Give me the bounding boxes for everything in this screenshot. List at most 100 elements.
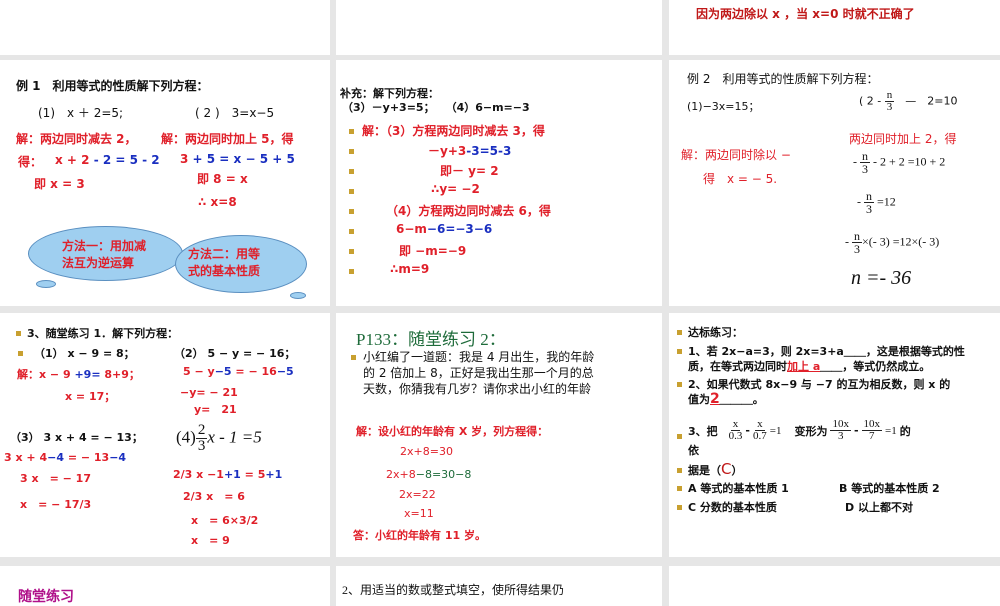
- question-2: ＿＿＿。: [719, 393, 764, 406]
- equation-part: +9=: [74, 368, 101, 381]
- fraction-num: 2: [195, 422, 208, 439]
- fraction-den: 3: [837, 430, 844, 442]
- equation-part: −6=−3−6: [426, 222, 493, 236]
- solution-text: 两边同时加上 2，得: [849, 132, 957, 146]
- slide-title: 随堂练习: [18, 589, 74, 605]
- equation-part: - 2 = 5 - 2: [93, 153, 160, 167]
- question-2: （2） 5 − y = − 16；: [174, 347, 296, 360]
- slide-title: P133：随堂练习 2：: [356, 330, 506, 349]
- equation-part: 8+9；: [104, 368, 140, 381]
- option-d: D 以上都不对: [845, 501, 913, 514]
- cloud-bubble: [36, 280, 56, 288]
- slide-title: 例 2 利用等式的性质解下列方程：: [687, 72, 879, 86]
- solution-line: ∴m=9: [390, 262, 430, 276]
- fraction-den: 3: [854, 242, 860, 256]
- fraction-den: 0.3: [728, 430, 743, 442]
- question-1: 质，在等式两边同时: [688, 360, 787, 373]
- equation-part: 2/3 x −1: [173, 468, 224, 481]
- equation-part: −4: [109, 451, 127, 464]
- equation: x = − 17/3: [20, 498, 92, 511]
- question-3: ）: [731, 464, 743, 477]
- fraction-den: 3: [866, 202, 872, 216]
- problem-line: 小红编了一道题：我是 4 月出生，我的年龄: [363, 350, 595, 364]
- fraction-den: 7: [869, 430, 875, 442]
- slide-thumb-top-right[interactable]: 因为两边除以 x ，当 x=0 时就不正确了: [669, 0, 1000, 55]
- answer-text: 答：小红的年龄有 11 岁。: [353, 529, 486, 542]
- solution-line: 解：（3）方程两边同时减去 3，得: [362, 124, 545, 138]
- option-c: C 分数的基本性质: [688, 501, 777, 514]
- question-4: (4): [176, 427, 196, 447]
- slide-thumb-top-middle[interactable]: [336, 0, 662, 55]
- question-3: 的: [899, 424, 911, 438]
- slide-thumb-target-practice[interactable]: 达标练习： 1、若 2x−a=3，则 2x=3+a＿＿，这是根据等式的性 质，在…: [669, 313, 1000, 557]
- question-text: 2、用适当的数或整式填空，使所得结果仍: [342, 583, 565, 597]
- equation: x=11: [404, 507, 434, 520]
- slide-thumb-bottom-right[interactable]: [669, 566, 1000, 606]
- equation-part: 解：x − 9: [17, 368, 71, 381]
- questions: （3）－y+3=5； （4）6−m=−3: [342, 101, 530, 114]
- solution-line: （4）方程两边同时减去 6，得: [386, 204, 551, 218]
- problem-line: 天数，你猜我有几岁？请你求出小红的年龄: [363, 382, 592, 396]
- solution-text: 解：两边同时除以 −: [681, 148, 791, 162]
- question-2: ( 2 -: [859, 94, 882, 108]
- equation: 2/3 x = 6: [183, 490, 245, 503]
- fraction: n3: [884, 89, 895, 113]
- solution-text: 即 x = 3: [34, 177, 85, 191]
- option-a: A 等式的基本性质 1: [688, 482, 789, 495]
- fraction-den: 3: [197, 438, 206, 454]
- question-2: 值为: [688, 393, 710, 406]
- slide-thumb-example-2[interactable]: 例 2 利用等式的性质解下列方程： (1)−3x=15； ( 2 - n3 — …: [669, 60, 1000, 306]
- slide-thumb-practice-2[interactable]: P133：随堂练习 2： 小红编了一道题：我是 4 月出生，我的年龄的 2 倍加…: [336, 313, 662, 557]
- question-3: 3、把: [688, 424, 718, 438]
- method-1-text: 方法一：用加减 法互为逆运算: [62, 239, 147, 270]
- question-2: ( 2 ) 3=x−5: [195, 106, 275, 120]
- slide-thumb-top-left[interactable]: [0, 0, 330, 55]
- question-2: — 2=10: [905, 94, 958, 108]
- slide-thumb-example-1[interactable]: 例 1 利用等式的性质解下列方程： (1) x ＋ 2=5; ( 2 ) 3=x…: [0, 60, 330, 306]
- equation: 2x+8=30: [400, 445, 453, 458]
- fraction-den: 0.7: [752, 430, 767, 442]
- equation-part: + 5 = x − 5 + 5: [192, 152, 295, 166]
- equation-part: −5: [276, 365, 294, 378]
- note-text: 因为两边除以 x ，当 x=0 时就不正确了: [696, 7, 915, 21]
- slide-thumb-practice[interactable]: 随堂练习: [0, 566, 330, 606]
- answer-fill: C: [721, 460, 732, 478]
- equation-part: 5 − y: [183, 365, 215, 378]
- equation: =12: [877, 194, 896, 209]
- answer-fill: 加上 a: [787, 360, 821, 373]
- solution-line: 即－ y= 2: [440, 164, 499, 178]
- equation-part: = − 16: [231, 365, 277, 378]
- question-1: (1)−3x=15；: [687, 100, 760, 113]
- cloud-bubble: [290, 292, 306, 299]
- slide-thumb-practice-1[interactable]: 3、随堂练习 1．解下列方程： （1） x − 9 = 8； （2） 5 − y…: [0, 313, 330, 557]
- equation-part: 6−m: [396, 222, 427, 236]
- question-1: (1) x ＋ 2=5;: [38, 106, 124, 120]
- question-1: （1） x − 9 = 8；: [34, 347, 135, 360]
- equation: x = 6×3/2: [191, 514, 259, 527]
- equation: 3 x = − 17: [20, 472, 91, 485]
- solution-line: ∴y= −2: [431, 182, 480, 196]
- equation: y= 21: [194, 403, 237, 416]
- equation-part: = 5: [240, 468, 266, 481]
- solution-text: 解：设小红的年龄有 X 岁，列方程得：: [356, 425, 549, 438]
- slide-thumb-supplement[interactable]: 补充：解下列方程： （3）－y+3=5； （4）6−m=−3 解：（3）方程两边…: [336, 60, 662, 306]
- equation: −y= − 21: [180, 386, 238, 399]
- problem-line: 的 2 倍加上 8，正好是我出生那一个月的总: [363, 366, 594, 380]
- method-2-text: 方法二：用等 式的基本性质: [188, 247, 261, 278]
- equation-part: −4: [47, 451, 64, 464]
- equation-part: −5: [214, 365, 232, 378]
- equation-part: +1: [265, 468, 283, 481]
- solution-text: 得：: [18, 155, 43, 169]
- equation-part: 3 x + 4: [4, 451, 48, 464]
- equation-part: −8=30−8: [415, 468, 472, 481]
- equation-part: x + 2: [55, 153, 90, 167]
- solution-text: 即 8 = x: [197, 172, 248, 186]
- final-result: n =- 36: [851, 267, 912, 289]
- equation-part: +1: [223, 468, 241, 481]
- slide-thumb-fill-blank[interactable]: 2、用适当的数或整式填空，使所得结果仍: [336, 566, 662, 606]
- slide-title: 达标练习：: [688, 326, 743, 339]
- solution-line: 即 −m=−9: [399, 244, 467, 258]
- solution-text: 解：两边同时加上 5，得: [161, 132, 294, 146]
- equation: 2x=22: [399, 488, 436, 501]
- equation-part: 2x+8: [386, 468, 416, 481]
